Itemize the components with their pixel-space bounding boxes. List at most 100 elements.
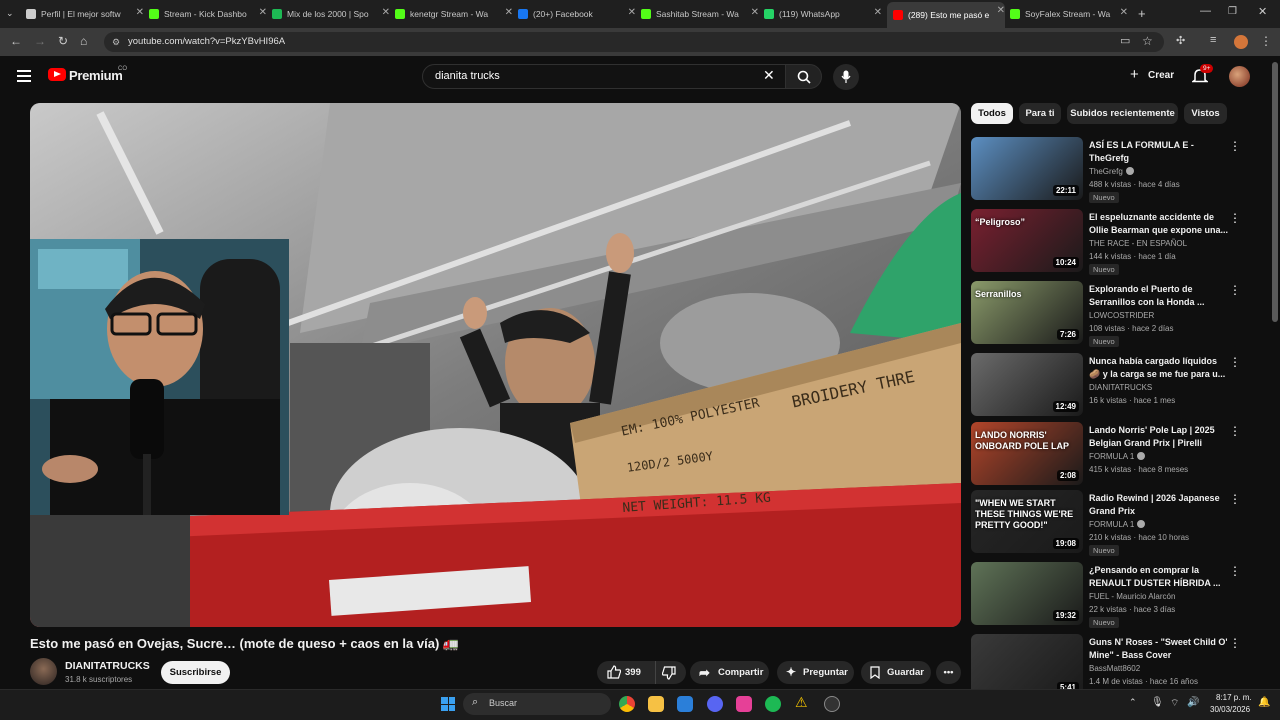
tab-close-icon[interactable]: ✕ — [628, 7, 636, 18]
chip-recently-uploaded[interactable]: Subidos recientemente — [1067, 103, 1178, 124]
search-input[interactable]: dianita trucks — [422, 64, 786, 89]
create-button[interactable]: + Crear — [1124, 64, 1178, 88]
tab-close-icon[interactable]: ✕ — [136, 7, 144, 18]
chip-all[interactable]: Todos — [971, 103, 1013, 124]
volume-icon[interactable]: 🔊 — [1187, 697, 1199, 708]
browser-tab[interactable]: (119) WhatsApp ✕ — [764, 4, 882, 24]
notification-center-icon[interactable]: 🔔 — [1258, 697, 1270, 708]
video-thumbnail[interactable]: Serranillos 7:26 — [971, 281, 1083, 344]
browser-tab[interactable]: SoyFalex Stream - Wa ✕ — [1010, 4, 1128, 24]
notifications-button[interactable]: 9+ — [1190, 64, 1214, 86]
recommended-video[interactable]: 12:49 Nunca había cargado líquidos 🥔 y la… — [971, 353, 1261, 417]
tab-close-icon[interactable]: ✕ — [382, 7, 390, 18]
dislike-button[interactable] — [655, 661, 686, 684]
more-options-icon[interactable]: ⋮ — [1229, 355, 1241, 369]
cast-icon[interactable]: ▭ — [1120, 34, 1130, 47]
app-pink-icon[interactable] — [736, 696, 752, 712]
windows-start-icon[interactable] — [441, 697, 455, 711]
close-window-icon[interactable]: ✕ — [1258, 5, 1267, 18]
tab-close-icon[interactable]: ✕ — [505, 7, 513, 18]
share-button[interactable]: ➦ Compartir — [690, 661, 769, 684]
browser-tab[interactable]: Perfil | El mejor softw ✕ — [26, 4, 144, 24]
bookmark-star-icon[interactable]: ☆ — [1142, 34, 1153, 48]
recommended-video[interactable]: Serranillos 7:26 Explorando el Puerto de S… — [971, 281, 1261, 347]
video-title[interactable]: Lando Norris' Pole Lap | 2025 Belgian Gr… — [1089, 424, 1229, 450]
recommended-video[interactable]: LANDO NORRIS' ONBOARD POLE LAP 2:08 Lando … — [971, 422, 1261, 486]
new-tab-plus-icon[interactable]: + — [1138, 6, 1146, 21]
ask-button[interactable]: ✦ Preguntar — [777, 661, 854, 684]
spotify-taskbar-icon[interactable] — [765, 696, 781, 712]
clear-search-icon[interactable]: ✕ — [763, 67, 775, 84]
browser-tab[interactable]: (20+) Facebook ✕ — [518, 4, 636, 24]
tab-search-icon[interactable]: ⌄ — [6, 8, 14, 19]
tab-close-icon[interactable]: ✕ — [997, 5, 1005, 16]
video-channel[interactable]: TheGrefg — [1089, 167, 1134, 176]
steam-icon[interactable] — [824, 696, 840, 712]
site-info-icon[interactable]: ⚙ — [112, 32, 120, 52]
video-thumbnail[interactable]: 5:41 — [971, 634, 1083, 697]
browser-menu-icon[interactable]: ⋮ — [1260, 34, 1272, 48]
video-thumbnail[interactable]: “Peligroso” 10:24 — [971, 209, 1083, 272]
more-options-icon[interactable]: ⋮ — [1229, 211, 1241, 225]
wifi-icon[interactable]: ⌔ — [1170, 697, 1179, 710]
account-avatar[interactable] — [1229, 66, 1250, 87]
video-channel[interactable]: DIANITATRUCKS — [1089, 383, 1152, 392]
channel-avatar[interactable] — [30, 658, 57, 685]
recommended-video[interactable]: "WHEN WE START THESE THINGS WE'RE PRETTY… — [971, 490, 1261, 556]
tab-close-icon[interactable]: ✕ — [874, 7, 882, 18]
minimize-icon[interactable]: — — [1200, 5, 1211, 17]
chrome-taskbar-icon[interactable] — [619, 696, 635, 712]
more-options-icon[interactable]: ⋮ — [1229, 139, 1241, 153]
address-bar[interactable]: ⚙ youtube.com/watch?v=PkzYBvHI96A — [104, 32, 1164, 52]
chip-watched[interactable]: Vistos — [1184, 103, 1227, 124]
taskbar-search-box[interactable]: ⌕ Buscar — [463, 693, 611, 715]
warning-icon[interactable]: ⚠ — [795, 694, 808, 711]
tab-close-icon[interactable]: ✕ — [259, 7, 267, 18]
video-channel[interactable]: THE RACE - EN ESPAÑOL — [1089, 239, 1187, 248]
video-title[interactable]: El espeluznante accidente de Ollie Bearm… — [1089, 211, 1229, 237]
clock-time[interactable]: 8:17 p. m. — [1216, 693, 1252, 702]
tab-close-icon[interactable]: ✕ — [1120, 7, 1128, 18]
video-channel[interactable]: FORMULA 1 — [1089, 520, 1146, 529]
tab-close-icon[interactable]: ✕ — [751, 7, 759, 18]
video-title[interactable]: ¿Pensando en comprar la RENAULT DUSTER H… — [1089, 564, 1229, 590]
video-player[interactable]: EM: 100% POLYESTER BROIDERY THRE 120D/2 … — [30, 103, 961, 627]
profile-avatar-icon[interactable] — [1234, 35, 1248, 49]
browser-tab[interactable]: kenetgr Stream - Wa ✕ — [395, 4, 513, 24]
search-button[interactable] — [785, 64, 822, 89]
chip-for-you[interactable]: Para ti — [1019, 103, 1061, 124]
restore-icon[interactable]: ❐ — [1228, 6, 1237, 17]
video-channel[interactable]: FUEL - Mauricio Alarcón — [1089, 592, 1175, 601]
extensions-icon[interactable]: ✣ — [1176, 34, 1185, 47]
channel-name[interactable]: DIANITATRUCKS — [65, 660, 150, 672]
more-options-icon[interactable]: ⋮ — [1229, 283, 1241, 297]
voice-search-button[interactable] — [833, 64, 859, 90]
video-title[interactable]: ASÍ ES LA FORMULA E - TheGrefg — [1089, 139, 1229, 165]
video-title[interactable]: Radio Rewind | 2026 Japanese Grand Prix — [1089, 492, 1229, 518]
reading-list-icon[interactable]: ≡ — [1210, 34, 1216, 46]
browser-tab[interactable]: Mix de los 2000 | Spo ✕ — [272, 4, 390, 24]
clock-date[interactable]: 30/03/2026 — [1210, 705, 1250, 714]
tray-chevron-icon[interactable]: ⌃ — [1129, 697, 1137, 708]
menu-icon[interactable] — [17, 70, 31, 82]
recommended-video[interactable]: 19:32 ¿Pensando en comprar la RENAULT DUS… — [971, 562, 1261, 628]
video-thumbnail[interactable]: LANDO NORRIS' ONBOARD POLE LAP 2:08 — [971, 422, 1083, 485]
save-button[interactable]: Guardar — [861, 661, 931, 684]
file-explorer-icon[interactable] — [648, 696, 664, 712]
video-channel[interactable]: LOWCOSTRIDER — [1089, 311, 1154, 320]
video-title[interactable]: Nunca había cargado líquidos 🥔 y la carg… — [1089, 355, 1229, 381]
video-thumbnail[interactable]: 19:32 — [971, 562, 1083, 625]
video-thumbnail[interactable]: 12:49 — [971, 353, 1083, 416]
mic-tray-icon[interactable]: 🎙 — [1151, 697, 1164, 708]
video-channel[interactable]: BassMatt8602 — [1089, 664, 1140, 673]
sidebar-scrollbar[interactable] — [1272, 62, 1278, 322]
recommended-video[interactable]: “Peligroso” 10:24 El espeluznante accident… — [971, 209, 1261, 275]
browser-tab[interactable]: Stream - Kick Dashbo ✕ — [149, 4, 267, 24]
like-button[interactable]: 399 — [597, 661, 652, 684]
browser-tab[interactable]: Sashitab Stream - Wa ✕ — [641, 4, 759, 24]
subscribe-button[interactable]: Suscribirse — [161, 661, 230, 684]
video-title[interactable]: Guns N' Roses - "Sweet Child O' Mine" - … — [1089, 636, 1229, 662]
reload-icon[interactable]: ↻ — [58, 34, 68, 48]
browser-tab[interactable]: (289) Esto me pasó e ✕ — [887, 2, 1005, 28]
more-options-icon[interactable]: ⋮ — [1229, 636, 1241, 650]
